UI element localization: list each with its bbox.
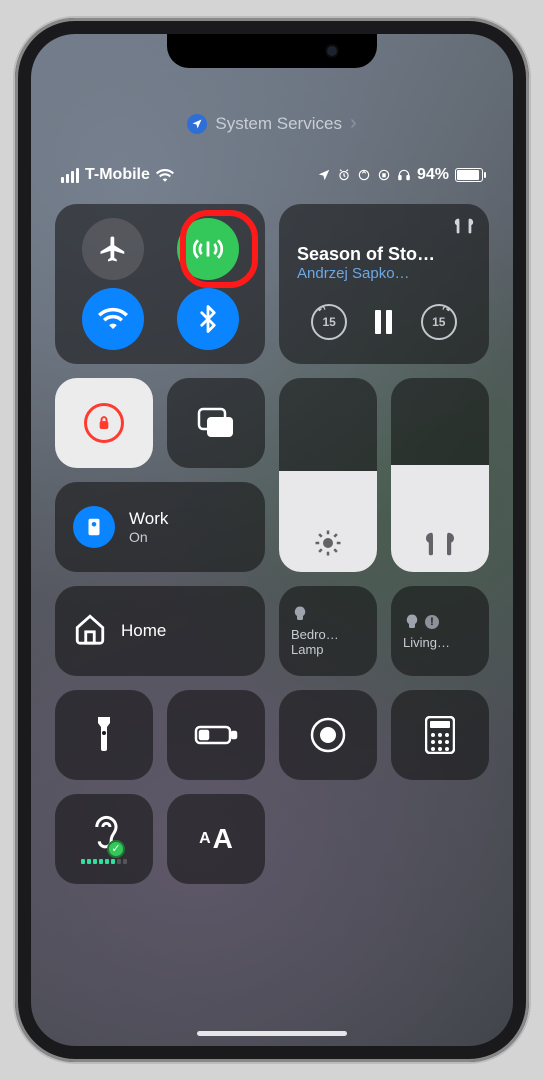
brightness-icon — [279, 528, 377, 558]
sync-icon — [357, 168, 371, 182]
play-pause-button[interactable] — [375, 310, 392, 334]
screen-mirroring-button[interactable] — [167, 378, 265, 468]
wifi-toggle[interactable] — [82, 288, 144, 350]
connectivity-cluster[interactable] — [55, 204, 265, 364]
airpods-volume-icon — [391, 530, 489, 558]
focus-work-icon — [73, 506, 115, 548]
bedroom-line2: Lamp — [291, 642, 324, 657]
signal-icon — [61, 168, 79, 183]
screen-mirroring-icon — [196, 406, 236, 440]
battery-icon — [455, 168, 483, 182]
text-size-large: A — [213, 823, 233, 855]
screen-record-button[interactable] — [279, 690, 377, 780]
flashlight-button[interactable] — [55, 690, 153, 780]
skip-forward-button[interactable]: ↷ 15 — [421, 304, 457, 340]
location-status-icon — [317, 168, 331, 182]
breadcrumb[interactable]: System Services › — [31, 112, 513, 135]
low-power-mode-button[interactable] — [167, 690, 265, 780]
text-size-button[interactable]: A A — [167, 794, 265, 884]
home-indicator[interactable] — [197, 1031, 347, 1036]
brightness-slider[interactable] — [279, 378, 377, 572]
calculator-icon — [425, 716, 455, 754]
orientation-lock-icon — [84, 403, 124, 443]
orientation-lock-toggle[interactable] — [55, 378, 153, 468]
bedroom-lamp-tile[interactable]: Bedro… Lamp — [279, 586, 377, 676]
notch — [167, 34, 377, 68]
airpods-icon — [453, 216, 475, 241]
record-icon — [309, 716, 347, 754]
headphones-icon — [397, 168, 411, 182]
flashlight-icon — [92, 715, 116, 755]
battery-percent: 94% — [417, 166, 449, 184]
home-tile[interactable]: Home — [55, 586, 265, 676]
text-size-small: A — [199, 830, 211, 848]
home-icon — [73, 612, 107, 651]
hearing-button[interactable]: ✓ — [55, 794, 153, 884]
iphone-frame: System Services › T-Mobile 94% — [15, 18, 529, 1062]
bulb-icon — [291, 605, 309, 623]
living-room-tile[interactable]: ! Living… — [391, 586, 489, 676]
orientation-lock-status-icon — [377, 168, 391, 182]
alert-badge-icon: ! — [425, 615, 439, 629]
focus-state: On — [129, 529, 168, 545]
check-badge-icon: ✓ — [107, 840, 125, 858]
focus-name: Work — [129, 509, 168, 529]
living-label: Living… — [403, 635, 450, 650]
control-center-screen: System Services › T-Mobile 94% — [31, 34, 513, 1046]
airplane-mode-toggle[interactable] — [82, 218, 144, 280]
volume-slider[interactable] — [391, 378, 489, 572]
bulb-icon — [403, 613, 421, 631]
battery-low-icon — [194, 723, 238, 747]
chevron-right-icon: › — [350, 112, 357, 135]
hearing-level-bars — [81, 859, 127, 864]
wifi-icon — [156, 168, 174, 182]
bluetooth-toggle[interactable] — [177, 288, 239, 350]
carrier-label: T-Mobile — [85, 166, 150, 184]
alarm-icon — [337, 168, 351, 182]
skip-back-button[interactable]: ↶ 15 — [311, 304, 347, 340]
breadcrumb-label: System Services — [215, 114, 342, 134]
home-label: Home — [121, 621, 166, 641]
now-playing-tile[interactable]: Season of Sto… Andrzej Sapko… ↶ 15 ↷ 15 — [279, 204, 489, 364]
cellular-data-toggle[interactable] — [177, 218, 239, 280]
media-artist: Andrzej Sapko… — [297, 265, 471, 282]
bedroom-line1: Bedro… — [291, 627, 339, 642]
focus-tile[interactable]: Work On — [55, 482, 265, 572]
location-icon — [187, 114, 207, 134]
media-title: Season of Sto… — [297, 244, 471, 265]
calculator-button[interactable] — [391, 690, 489, 780]
status-bar: T-Mobile 94% — [31, 166, 513, 184]
